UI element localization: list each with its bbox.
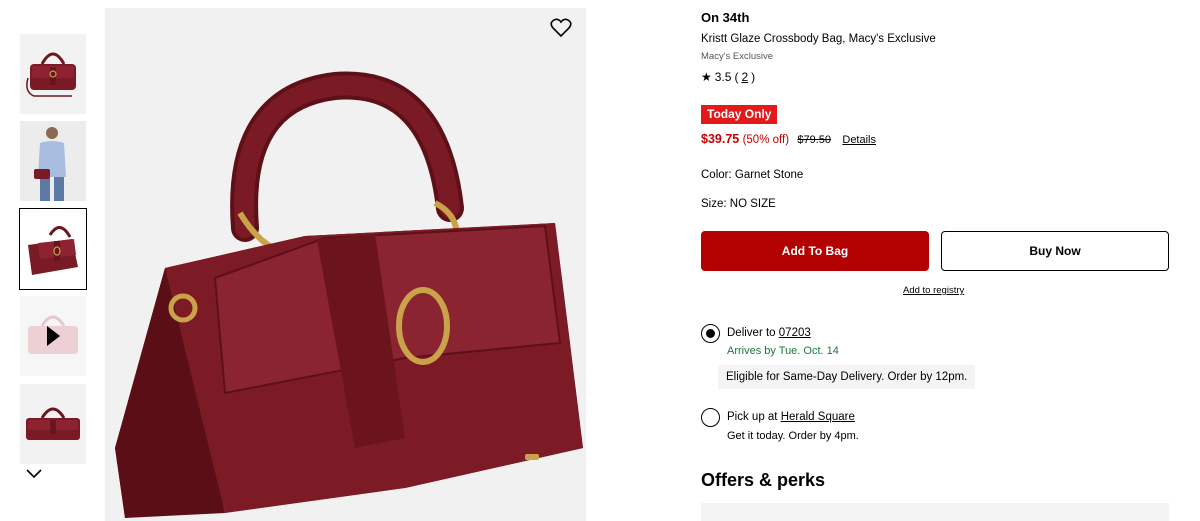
size-label: Size:	[701, 198, 727, 210]
review-count-open: (	[734, 70, 739, 84]
same-day-note: Eligible for Same-Day Delivery. Order by…	[718, 365, 976, 389]
rating-value: 3.5	[714, 70, 732, 84]
add-to-registry-link[interactable]: Add to registry	[903, 285, 964, 296]
today-only-badge: Today Only	[701, 105, 778, 124]
price-row: $39.75 (50% off) $79.50 Details	[701, 132, 876, 146]
thumbnail-bag-angle[interactable]	[19, 208, 87, 290]
thumbnail-model[interactable]	[20, 121, 86, 201]
pickup-label: Pick up at	[727, 411, 778, 423]
main-product-image	[105, 8, 586, 521]
review-count[interactable]: 2	[741, 70, 748, 84]
star-icon: ★	[701, 70, 712, 84]
offers-heading: Offers & perks	[701, 470, 826, 490]
heart-icon[interactable]	[550, 18, 572, 38]
deliver-option: Deliver to 07203	[727, 327, 811, 339]
color-label: Color:	[701, 169, 732, 181]
buy-now-button[interactable]: Buy Now	[941, 231, 1169, 271]
arrival-date: Arrives by Tue. Oct. 14	[727, 345, 839, 357]
size-row: Size: NO SIZE	[701, 198, 776, 210]
add-to-bag-button[interactable]: Add To Bag	[701, 231, 929, 271]
store-link[interactable]: Herald Square	[781, 411, 855, 423]
offer-card[interactable]	[701, 503, 1169, 521]
chevron-down-icon[interactable]	[24, 466, 44, 480]
deliver-label: Deliver to	[727, 327, 776, 339]
product-title: Kristt Glaze Crossbody Bag, Macy's Exclu…	[701, 33, 936, 45]
thumbnail-bag-flat[interactable]	[20, 384, 86, 464]
color-row: Color: Garnet Stone	[701, 169, 803, 181]
original-price: $79.50	[797, 134, 832, 146]
bag-illustration	[105, 8, 586, 521]
details-link[interactable]: Details	[842, 134, 876, 146]
thumbnail-bag-front[interactable]	[20, 34, 86, 114]
pickup-option: Pick up at Herald Square	[727, 411, 855, 423]
radio-unchecked-icon[interactable]	[701, 408, 720, 427]
size-value: NO SIZE	[729, 198, 776, 210]
pickup-note: Get it today. Order by 4pm.	[727, 430, 859, 442]
rating[interactable]: ★ 3.5 (2)	[701, 70, 755, 84]
review-count-close: )	[751, 70, 756, 84]
radio-checked-icon[interactable]	[701, 324, 720, 343]
color-value: Garnet Stone	[734, 169, 804, 181]
brand-name[interactable]: On 34th	[701, 10, 749, 25]
sale-price: $39.75	[701, 132, 740, 146]
thumbnail-video[interactable]	[20, 296, 86, 376]
exclusive-label: Macy's Exclusive	[701, 51, 774, 62]
discount-percent: (50% off)	[742, 134, 790, 146]
zip-code-link[interactable]: 07203	[779, 327, 811, 339]
